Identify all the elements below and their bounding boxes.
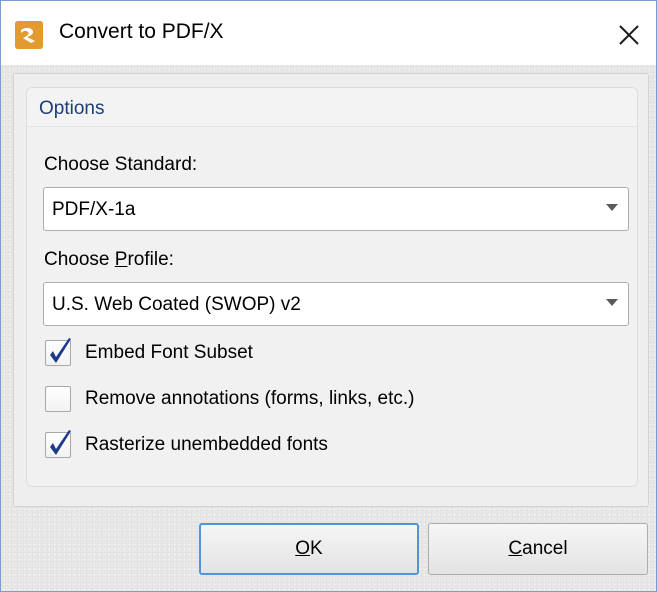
window-title: Convert to PDF/X xyxy=(59,20,224,43)
checkbox-box[interactable] xyxy=(45,386,71,412)
title-bar[interactable]: Convert to PDF/X xyxy=(1,1,656,65)
checkmark-icon xyxy=(50,338,71,363)
options-group: Options Choose Standard: PDF/X-1a Choose… xyxy=(26,87,638,487)
ok-button-accel: O xyxy=(295,538,311,559)
cancel-button-rest: ancel xyxy=(522,538,568,559)
dialog-body: Options Choose Standard: PDF/X-1a Choose… xyxy=(1,65,656,591)
chevron-down-icon xyxy=(606,204,618,211)
choose-profile-label-accel: P xyxy=(114,249,128,270)
checkbox-box[interactable] xyxy=(45,430,71,458)
ok-button[interactable]: OK xyxy=(199,523,419,575)
options-group-header: Options xyxy=(27,88,637,127)
close-icon xyxy=(619,25,639,45)
remove-annotations-label: Remove annotations (forms, links, etc.) xyxy=(85,388,415,409)
rasterize-unembedded-fonts-label: Rasterize unembedded fonts xyxy=(85,434,328,455)
ok-button-rest: K xyxy=(310,538,323,559)
content-panel: Options Choose Standard: PDF/X-1a Choose… xyxy=(13,73,649,507)
checkbox-box[interactable] xyxy=(45,338,71,366)
profile-select-value: U.S. Web Coated (SWOP) v2 xyxy=(52,294,301,315)
pdf-xchange-logo-icon xyxy=(15,21,43,49)
choose-profile-label-prefix: Choose xyxy=(44,249,115,270)
standard-select-value: PDF/X-1a xyxy=(52,199,136,220)
choose-standard-label: Choose Standard: xyxy=(44,154,198,175)
cancel-button[interactable]: Cancel xyxy=(428,523,648,575)
chevron-down-icon xyxy=(606,299,618,306)
standard-select[interactable]: PDF/X-1a xyxy=(43,187,629,231)
embed-font-subset-label: Embed Font Subset xyxy=(85,342,253,363)
cancel-button-accel: C xyxy=(508,538,523,559)
convert-to-pdfx-dialog: Convert to PDF/X Options Choose Standard… xyxy=(0,0,657,592)
options-group-title: Options xyxy=(39,98,105,119)
checkmark-icon xyxy=(50,430,71,455)
profile-select[interactable]: U.S. Web Coated (SWOP) v2 xyxy=(43,282,629,326)
choose-profile-label: Choose Profile: xyxy=(44,249,174,271)
close-button[interactable] xyxy=(611,17,647,53)
choose-profile-label-suffix: rofile: xyxy=(127,249,174,270)
